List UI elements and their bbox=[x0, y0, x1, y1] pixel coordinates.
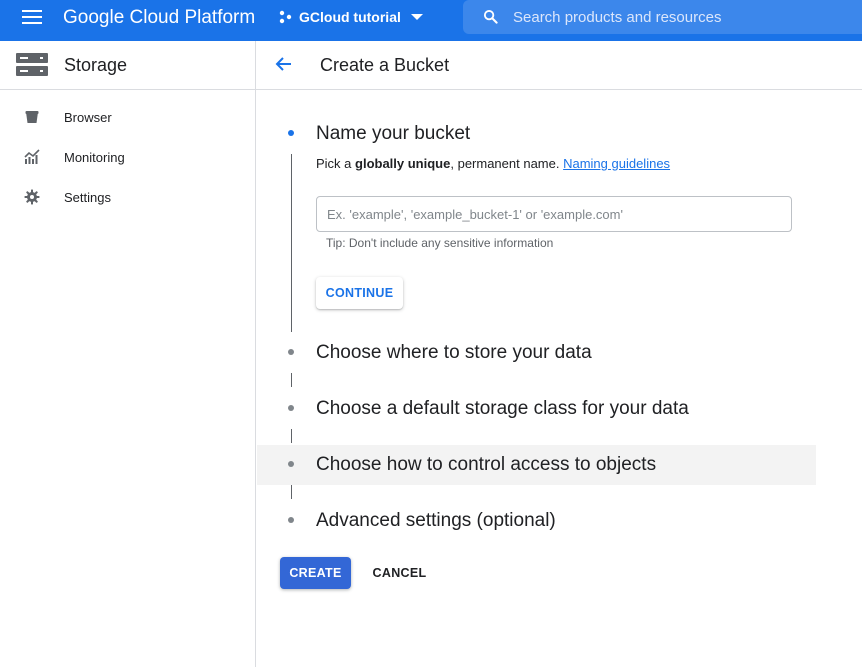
gear-icon bbox=[24, 189, 40, 205]
step-indicator-active bbox=[288, 130, 294, 136]
desc-text: , permanent name. bbox=[450, 156, 564, 171]
brand-title[interactable]: Google Cloud Platform bbox=[63, 7, 255, 29]
storage-icon bbox=[16, 53, 48, 76]
step-connector bbox=[291, 485, 292, 499]
create-button[interactable]: CREATE bbox=[280, 557, 351, 589]
step-indicator bbox=[288, 461, 294, 467]
step-indicator bbox=[288, 349, 294, 355]
sidebar-item-monitoring[interactable]: Monitoring bbox=[0, 137, 255, 177]
desc-bold-text: globally unique bbox=[355, 156, 451, 171]
sidebar-item-label: Browser bbox=[64, 109, 112, 125]
desc-text: Pick a bbox=[316, 156, 356, 171]
sidebar-item-settings[interactable]: Settings bbox=[0, 177, 255, 217]
step-storage-class[interactable]: Choose a default storage class for your … bbox=[316, 398, 689, 420]
sidebar-item-label: Settings bbox=[64, 189, 111, 205]
search-icon[interactable] bbox=[483, 9, 498, 24]
back-arrow-icon[interactable] bbox=[274, 54, 294, 74]
project-dots-icon bbox=[279, 10, 292, 24]
step-connector bbox=[291, 154, 292, 332]
sidebar: Storage Browser Monitoring Settings bbox=[0, 41, 256, 667]
step-advanced-settings[interactable]: Advanced settings (optional) bbox=[316, 510, 556, 532]
bucket-name-description: Pick a globally unique, permanent name. … bbox=[316, 156, 670, 171]
sidebar-header: Storage bbox=[0, 41, 255, 90]
continue-button[interactable]: CONTINUE bbox=[316, 277, 403, 309]
hamburger-menu-icon[interactable] bbox=[22, 10, 42, 26]
step-name-your-bucket: Name your bucket bbox=[316, 123, 471, 144]
chevron-down-icon bbox=[410, 14, 423, 20]
project-name: GCloud tutorial bbox=[299, 9, 401, 25]
bucket-icon bbox=[25, 111, 39, 123]
page-header: Create a Bucket bbox=[256, 41, 862, 90]
search-bar bbox=[463, 0, 862, 34]
project-selector[interactable]: GCloud tutorial bbox=[278, 9, 423, 25]
sidebar-item-browser[interactable]: Browser bbox=[0, 97, 255, 137]
step-indicator bbox=[288, 405, 294, 411]
step-access-control[interactable]: Choose how to control access to objects bbox=[316, 454, 656, 476]
top-app-bar: Google Cloud Platform GCloud tutorial bbox=[0, 0, 862, 41]
page-title: Create a Bucket bbox=[320, 55, 450, 75]
step-connector bbox=[291, 429, 292, 443]
step-indicator bbox=[288, 517, 294, 523]
cancel-button[interactable]: CANCEL bbox=[364, 557, 435, 589]
step-connector bbox=[291, 373, 292, 387]
sidebar-title: Storage bbox=[64, 55, 128, 75]
naming-guidelines-link[interactable]: Naming guidelines bbox=[563, 156, 670, 171]
input-tip: Tip: Don't include any sensitive informa… bbox=[326, 236, 554, 250]
step-storage-location[interactable]: Choose where to store your data bbox=[316, 342, 592, 364]
bucket-name-input[interactable] bbox=[316, 196, 792, 232]
search-input[interactable] bbox=[511, 4, 841, 30]
monitoring-chart-icon bbox=[24, 149, 40, 164]
sidebar-item-label: Monitoring bbox=[64, 149, 125, 165]
